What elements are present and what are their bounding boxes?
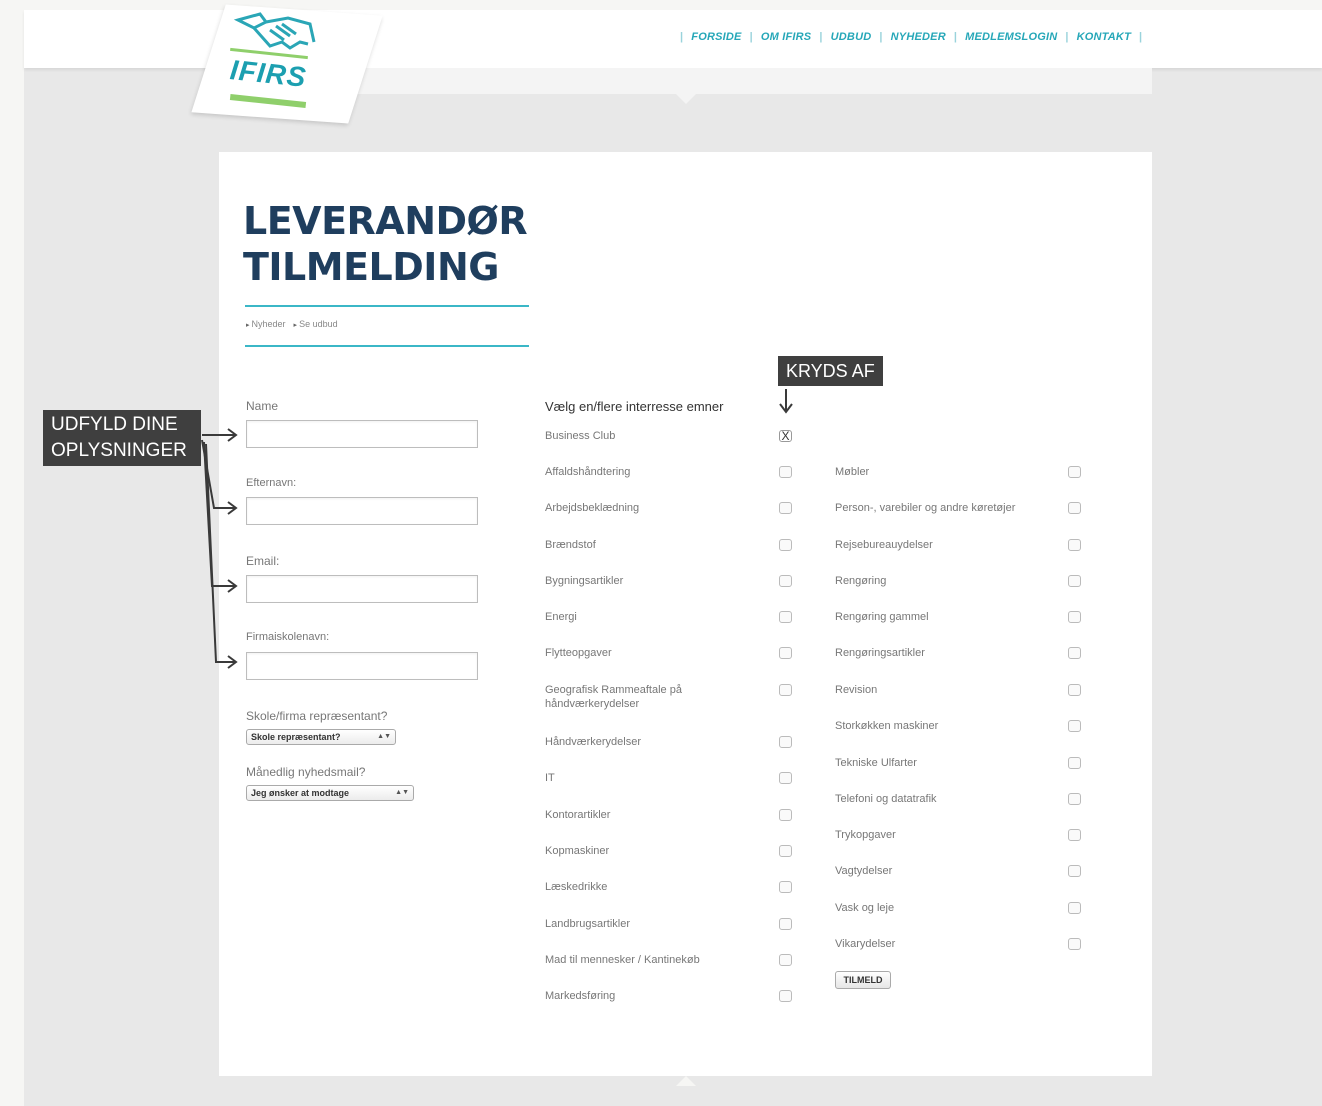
arrow-to-checkbox (779, 389, 793, 414)
annotation-arrows (201, 389, 793, 669)
arrow-to-name (202, 428, 238, 442)
arrow-to-company (205, 443, 238, 669)
